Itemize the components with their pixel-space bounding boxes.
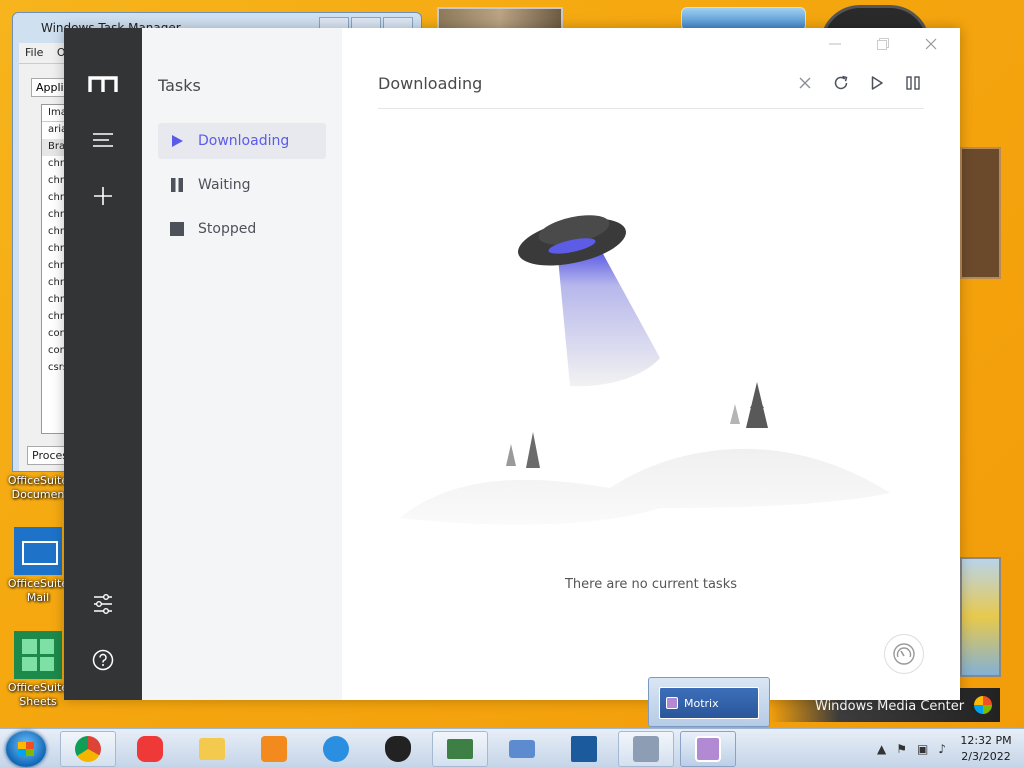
slideshow-gadget[interactable] [960, 557, 1001, 677]
sidebar-item-waiting[interactable]: Waiting [158, 167, 326, 203]
clock-time: 12:32 PM [960, 734, 1012, 747]
desktop-icon-label: OfficeSuite [7, 681, 69, 694]
taskbar-vivaldi[interactable] [122, 731, 178, 767]
desktop-icon-officesuite-mail[interactable]: OfficeSuite Mail [6, 527, 70, 605]
sidebar-item-label: Downloading [198, 133, 290, 149]
preferences-icon[interactable] [83, 584, 123, 624]
fish-icon [323, 736, 349, 762]
maximize-icon[interactable] [864, 34, 902, 54]
system-tray: ▲ ⚑ ▣ ♪ 12:32 PM 2/3/2022 [877, 733, 1016, 765]
motrix-app-icon [666, 697, 678, 709]
pause-all-icon[interactable] [902, 72, 924, 94]
media-player-icon [261, 736, 287, 762]
minimize-icon[interactable] [816, 34, 854, 54]
chevron-up-icon[interactable]: ▲ [877, 742, 886, 756]
delete-tasks-icon[interactable] [794, 72, 816, 94]
app-rail [64, 28, 142, 700]
sidebar-title: Tasks [158, 76, 201, 95]
desktop-icon-label: Sheets [19, 695, 57, 708]
folder-icon [199, 738, 225, 760]
empty-state-message: There are no current tasks [564, 577, 737, 592]
help-icon[interactable] [83, 640, 123, 680]
clock-date: 2/3/2022 [961, 750, 1011, 763]
start-button[interactable] [6, 731, 46, 767]
motrix-window: Tasks Downloading Waiting Stopped Downlo… [64, 28, 960, 700]
app-logo-icon [83, 64, 123, 104]
taskbar-thumbnail[interactable]: Motrix [648, 677, 770, 727]
stop-icon [170, 222, 184, 236]
sidebar-item-stopped[interactable]: Stopped [158, 211, 326, 247]
taskbar-clock[interactable]: 12:32 PM 2/3/2022 [956, 733, 1016, 765]
taskbar-fish-app[interactable] [308, 731, 364, 767]
sidebar-item-label: Stopped [198, 221, 257, 237]
add-task-icon[interactable] [83, 176, 123, 216]
taskbar-virtualbox[interactable] [556, 731, 612, 767]
speedometer-icon[interactable] [884, 634, 924, 674]
monitor-icon [447, 739, 473, 759]
menu-file[interactable]: File [25, 46, 43, 59]
flag-icon[interactable]: ⚑ [896, 742, 907, 756]
task-actions [794, 72, 924, 94]
thumbnail-item-motrix[interactable]: Motrix [659, 687, 759, 719]
network-icon[interactable]: ▣ [917, 742, 928, 756]
task-list-panel: Downloading There are no current tasks [342, 28, 960, 700]
page-title: Downloading [378, 74, 483, 93]
mail-icon [14, 527, 62, 575]
screen-icon [509, 740, 535, 758]
taskbar-motrix[interactable] [680, 731, 736, 767]
taskbar-media-player[interactable] [246, 731, 302, 767]
task-header: Downloading [378, 68, 924, 109]
play-icon [172, 135, 183, 147]
thumbnail-label: Motrix [684, 696, 719, 710]
desktop-icon-label: OfficeSuite [7, 577, 69, 590]
desktop-icon-label: Mail [26, 591, 50, 604]
taskbar-file-explorer[interactable] [184, 731, 240, 767]
refresh-icon[interactable] [830, 72, 852, 94]
resume-all-icon[interactable] [866, 72, 888, 94]
window-controls [816, 34, 950, 54]
taskbar-remote-app[interactable] [494, 731, 550, 767]
taskbar-tools[interactable] [618, 731, 674, 767]
sidebar-item-downloading[interactable]: Downloading [158, 123, 326, 159]
taskbar: ▲ ⚑ ▣ ♪ 12:32 PM 2/3/2022 [0, 728, 1024, 768]
desktop-icon-officesuite-documents[interactable]: OfficeSuite Documen [6, 474, 70, 502]
pause-icon [171, 178, 183, 192]
taskbar-chrome[interactable] [60, 731, 116, 767]
sidebar-item-label: Waiting [198, 177, 251, 193]
volume-icon[interactable]: ♪ [938, 742, 946, 756]
tools-icon [633, 736, 659, 762]
windows-logo-icon [974, 696, 992, 714]
spreadsheet-icon [14, 631, 62, 679]
motrix-app-icon [695, 736, 721, 762]
vivaldi-icon [137, 736, 163, 762]
menu-icon[interactable] [83, 120, 123, 160]
close-icon[interactable] [912, 34, 950, 54]
desktop-icon-label: OfficeSuite [7, 474, 69, 487]
taskbar-heart-app[interactable] [370, 731, 426, 767]
media-center-label: Windows Media Center [815, 699, 965, 714]
heart-icon [385, 736, 411, 762]
desktop-icon-officesuite-sheets[interactable]: OfficeSuite Sheets [6, 631, 70, 709]
picture-puzzle-gadget[interactable] [960, 147, 1001, 279]
task-sidebar: Tasks Downloading Waiting Stopped [142, 28, 342, 700]
chrome-icon [75, 736, 101, 762]
ufo-illustration-icon [400, 215, 890, 525]
desktop-icon-label: Documen [11, 488, 65, 501]
taskbar-task-manager[interactable] [432, 731, 488, 767]
cube-icon [571, 736, 597, 762]
